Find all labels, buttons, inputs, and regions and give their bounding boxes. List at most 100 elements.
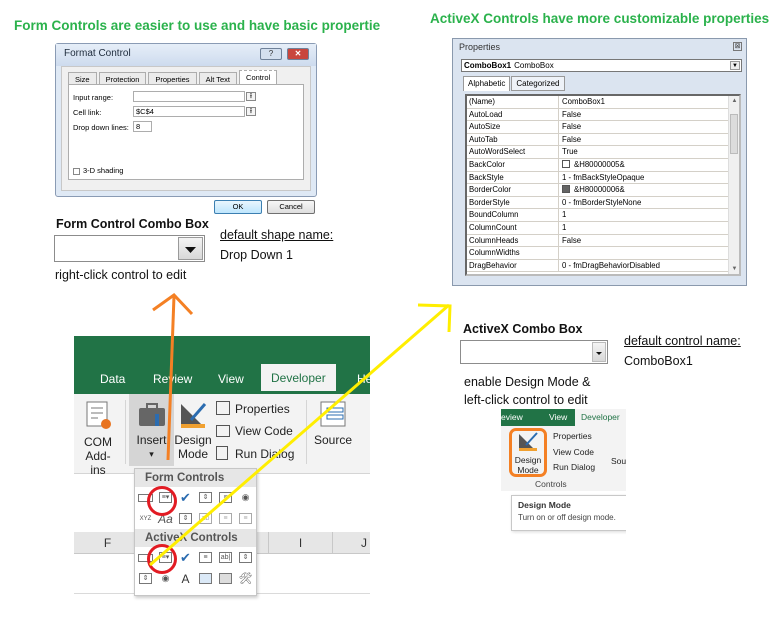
view-code-icon	[216, 425, 230, 437]
ok-button[interactable]: OK	[214, 200, 262, 214]
property-value[interactable]: False	[559, 235, 739, 247]
column-header-f[interactable]: F	[74, 532, 142, 554]
property-value[interactable]: False	[559, 121, 739, 133]
property-row[interactable]: AutoSize False	[467, 121, 739, 134]
properties-button[interactable]: Properties	[216, 401, 290, 416]
property-row[interactable]: ColumnHeads False	[467, 234, 739, 248]
insert-button[interactable]: Insert ▾	[129, 394, 174, 466]
dropdown-button[interactable]	[592, 342, 606, 362]
property-name: AutoWordSelect	[467, 146, 559, 158]
object-selector[interactable]: ComboBox1 ComboBox ▼	[461, 59, 742, 72]
column-header-j[interactable]: J	[333, 532, 370, 554]
design-mode-button[interactable]: Design Mode	[174, 400, 212, 461]
property-row[interactable]: (Name) ComboBox1	[467, 96, 739, 109]
scroll-thumb[interactable]	[730, 114, 738, 154]
activex-list-box-control-icon[interactable]: ≡	[197, 550, 214, 565]
form-control-combo-box[interactable]	[54, 235, 205, 262]
source-button[interactable]: Sou	[611, 456, 626, 466]
activex-scroll-bar-control-icon[interactable]: ⇕	[237, 550, 254, 565]
view-code-button[interactable]: View Code	[216, 424, 293, 438]
property-value[interactable]: True	[559, 146, 739, 158]
property-row[interactable]: AutoLoad False	[467, 108, 739, 122]
check-box-control-icon[interactable]: ✔	[177, 490, 194, 505]
design-mode-label-2: Mode	[177, 447, 209, 461]
property-row[interactable]: BackStyle 1 - fmBackStyleOpaque	[467, 171, 739, 185]
tab-alphabetic[interactable]: Alphabetic	[463, 76, 511, 91]
property-row[interactable]: BoundColumn 1	[467, 209, 739, 222]
property-row[interactable]: BackColor &H80000005&	[467, 158, 739, 172]
image-control-icon[interactable]	[197, 571, 214, 586]
chevron-down-icon[interactable]: ▼	[730, 61, 740, 70]
column-header-i[interactable]: I	[269, 532, 333, 554]
text-box-control-icon[interactable]: ab|	[217, 550, 234, 565]
form-controls-heading: Form Controls are easier to use and have…	[14, 18, 381, 33]
tab-developer[interactable]: Developer	[575, 409, 626, 426]
tab-review[interactable]: Review	[153, 372, 192, 386]
cell-link-field[interactable]: $C$4	[133, 106, 245, 117]
checkbox-box[interactable]	[73, 167, 80, 175]
activex-label-control-icon[interactable]: A	[177, 571, 194, 586]
tab-view[interactable]: View	[218, 372, 244, 386]
property-value[interactable]: 1	[559, 222, 739, 234]
activex-spin-button-control-icon[interactable]: ⇕	[137, 571, 154, 586]
scroll-bar-control-icon[interactable]: ⇕	[177, 511, 194, 526]
input-range-field[interactable]	[133, 91, 245, 102]
scroll-down-icon[interactable]: ▼	[729, 266, 739, 272]
text-field-control-icon[interactable]: ab	[197, 511, 214, 526]
run-dialog-button[interactable]: Run Dialog	[553, 462, 595, 472]
property-row[interactable]: DragBehavior 0 - fmDragBehaviorDisabled	[467, 259, 739, 273]
source-button[interactable]: Source	[312, 400, 354, 447]
scroll-up-icon[interactable]: ▲	[729, 98, 739, 104]
view-code-button[interactable]: View Code	[553, 447, 594, 457]
properties-scrollbar[interactable]: ▲ ▼	[728, 96, 739, 274]
toggle-button-control-icon[interactable]	[217, 571, 234, 586]
property-value[interactable]: ComboBox1	[559, 96, 739, 108]
property-value[interactable]: &H80000006&	[559, 184, 739, 196]
combo-list-edit-control-icon[interactable]: ≡	[217, 511, 234, 526]
property-name: BackColor	[467, 158, 559, 171]
cancel-button[interactable]: Cancel	[267, 200, 315, 214]
property-value[interactable]: 0 - fmBorderStyleNone	[559, 197, 739, 209]
tab-view[interactable]: View	[549, 412, 567, 422]
tab-categorized[interactable]: Categorized	[511, 76, 565, 91]
option-button-control-icon[interactable]: ◉	[237, 490, 254, 505]
property-row[interactable]: ColumnCount 1	[467, 221, 739, 235]
property-row[interactable]: ColumnWidths	[467, 247, 739, 260]
property-value[interactable]: 1	[559, 209, 739, 221]
tab-control[interactable]: Control	[239, 70, 278, 85]
spin-button-control-icon[interactable]: ⇕	[197, 490, 214, 505]
property-row[interactable]: AutoTab False	[467, 133, 739, 147]
properties-button[interactable]: Properties	[553, 431, 592, 441]
run-dialog-button[interactable]: Run Dialog	[216, 446, 294, 461]
activex-combo-box[interactable]	[460, 340, 608, 364]
property-value[interactable]	[559, 247, 739, 259]
property-value-text: 1 - fmBackStyleOpaque	[562, 172, 645, 182]
property-value[interactable]: 0 - fmDragBehaviorDisabled	[559, 260, 739, 272]
property-value[interactable]: 1 - fmBackStyleOpaque	[559, 172, 739, 184]
property-value[interactable]: False	[559, 109, 739, 121]
property-value[interactable]: &H80000005&	[559, 159, 739, 171]
com-addins-button[interactable]: COM Add-ins	[78, 400, 118, 477]
property-row[interactable]: BorderColor &H80000006&	[467, 184, 739, 197]
drop-down-lines-field[interactable]: 8	[133, 121, 152, 132]
combo-dropdown-edit-control-icon[interactable]: ≡	[237, 511, 254, 526]
collapse-dialog-icon[interactable]: ⭱	[246, 107, 256, 116]
property-value[interactable]: False	[559, 134, 739, 146]
collapse-dialog-icon[interactable]: ⭱	[246, 92, 256, 101]
tab-home[interactable]: He	[357, 372, 370, 386]
property-row[interactable]: AutoWordSelect True	[467, 146, 739, 159]
property-value-text: True	[562, 147, 578, 157]
tab-review[interactable]: eview	[501, 412, 523, 422]
tab-data[interactable]: Data	[100, 372, 125, 386]
three-d-shading-checkbox[interactable]: 3-D shading	[73, 166, 123, 175]
property-row[interactable]: BorderStyle 0 - fmBorderStyleNone	[467, 196, 739, 210]
list-box-control-icon[interactable]: ≡	[217, 490, 234, 505]
tab-developer[interactable]: Developer	[261, 364, 336, 391]
more-controls-icon[interactable]: 🛠	[237, 571, 254, 586]
close-button[interactable]: ✕	[287, 48, 309, 60]
group-box-control-icon[interactable]: XYZ	[137, 511, 154, 526]
activex-check-box-control-icon[interactable]: ✔	[177, 550, 194, 565]
help-button[interactable]: ?	[260, 48, 282, 60]
dropdown-button[interactable]	[178, 237, 203, 260]
close-icon[interactable]: ⊠	[733, 42, 742, 51]
